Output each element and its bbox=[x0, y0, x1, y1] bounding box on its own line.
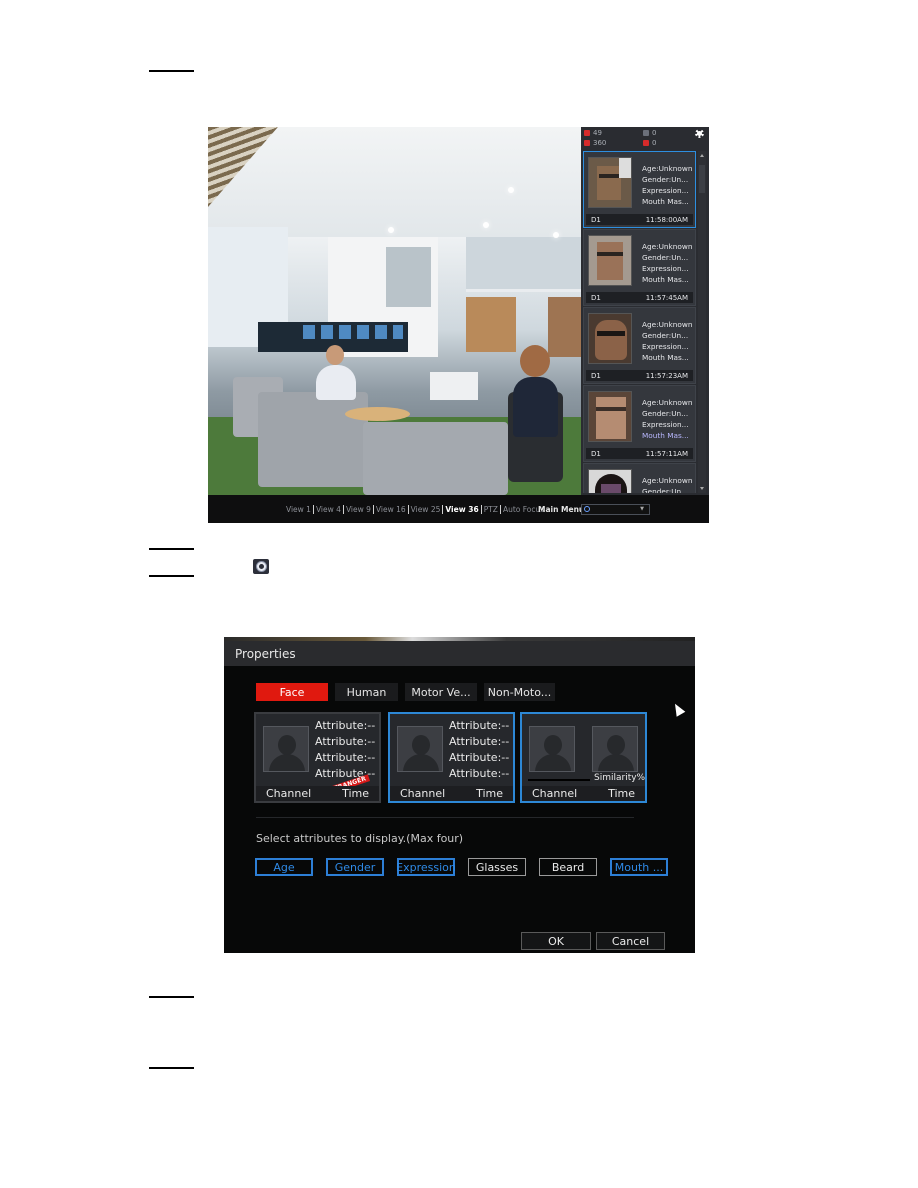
target-type-tabs: Face Human Motor Ve... Non-Moto... bbox=[256, 683, 555, 701]
person-placeholder-icon bbox=[397, 726, 443, 772]
view-25-button[interactable]: View 25 bbox=[409, 504, 444, 514]
car-icon bbox=[584, 140, 590, 146]
live-view-screen: 49 0 360 0 Age:Unknown Gender:Un... Expr… bbox=[208, 127, 709, 523]
attribute-mouth-mask-button[interactable]: Mouth ... bbox=[610, 858, 668, 876]
step-marker bbox=[149, 996, 194, 998]
ok-button[interactable]: OK bbox=[521, 932, 591, 950]
detection-list: Age:Unknown Gender:Un... Expression... M… bbox=[583, 151, 696, 493]
display-style-option[interactable]: Similarity% Channel Time bbox=[520, 712, 647, 803]
camera-video-feed[interactable] bbox=[208, 127, 581, 495]
person-placeholder-icon bbox=[263, 726, 309, 772]
view-9-button[interactable]: View 9 bbox=[344, 504, 374, 514]
cancel-button[interactable]: Cancel bbox=[596, 932, 665, 950]
step-marker bbox=[149, 70, 194, 72]
dialog-title: Properties bbox=[224, 641, 695, 666]
bike-icon bbox=[643, 140, 649, 146]
scroll-down-icon[interactable] bbox=[700, 487, 704, 490]
face-thumbnail bbox=[588, 157, 632, 208]
properties-dialog: Properties Face Human Motor Ve... Non-Mo… bbox=[224, 637, 695, 953]
live-view-taskbar: View 1 View 4 View 9 View 16 View 25 Vie… bbox=[208, 495, 709, 523]
tab-non-motor-vehicle[interactable]: Non-Moto... bbox=[484, 683, 555, 701]
detection-card[interactable]: Age:Unknown Gender:Un... Expression... M… bbox=[583, 151, 696, 228]
scroll-thumb[interactable] bbox=[699, 165, 705, 193]
tab-motor-vehicle[interactable]: Motor Ve... bbox=[405, 683, 477, 701]
display-style-option[interactable]: Attribute:-- Attribute:-- Attribute:-- A… bbox=[254, 712, 381, 803]
detection-card[interactable]: Age:Unknown Gender:Un... Expression... M… bbox=[583, 229, 696, 306]
step-marker bbox=[149, 575, 194, 577]
step-marker bbox=[149, 1067, 194, 1069]
human-body-icon bbox=[643, 130, 649, 136]
human-stat: 0 bbox=[643, 129, 656, 137]
view-1-button[interactable]: View 1 bbox=[284, 504, 314, 514]
person-placeholder-icon bbox=[529, 726, 575, 772]
tab-human[interactable]: Human bbox=[335, 683, 398, 701]
attribute-prompt: Select attributes to display.(Max four) bbox=[256, 832, 464, 845]
face-thumbnail bbox=[588, 313, 632, 364]
detection-stats: 49 0 360 0 bbox=[581, 127, 709, 151]
non-motor-stat: 0 bbox=[643, 139, 656, 147]
face-thumbnail bbox=[588, 469, 632, 493]
person-placeholder-icon bbox=[592, 726, 638, 772]
face-stat: 49 bbox=[584, 129, 602, 137]
gear-icon[interactable] bbox=[695, 129, 704, 138]
settings-gear-icon bbox=[253, 559, 269, 574]
view-16-button[interactable]: View 16 bbox=[374, 504, 409, 514]
scroll-up-icon[interactable] bbox=[700, 154, 704, 157]
similarity-bar bbox=[528, 779, 590, 781]
menu-search-input[interactable]: ▼ bbox=[581, 503, 650, 515]
step-marker bbox=[149, 548, 194, 550]
attribute-options: Age Gender Expression Glasses Beard Mout… bbox=[255, 858, 668, 876]
search-icon bbox=[584, 506, 590, 512]
main-menu-button[interactable]: Main Menu bbox=[538, 505, 584, 514]
view-36-button[interactable]: View 36 bbox=[443, 504, 482, 514]
detection-card[interactable]: Age:Unknown Gender:Un... Expression... M… bbox=[583, 385, 696, 462]
view-layout-menu: View 1 View 4 View 9 View 16 View 25 Vie… bbox=[284, 504, 546, 514]
face-thumbnail bbox=[588, 391, 632, 442]
attribute-expression-button[interactable]: Expression bbox=[396, 858, 456, 876]
attribute-gender-button[interactable]: Gender bbox=[326, 858, 384, 876]
divider bbox=[256, 817, 634, 818]
ptz-button[interactable]: PTZ bbox=[482, 504, 501, 514]
person-icon bbox=[584, 130, 590, 136]
vehicle-stat: 360 bbox=[584, 139, 606, 147]
attribute-glasses-button[interactable]: Glasses bbox=[468, 858, 526, 876]
tab-face[interactable]: Face bbox=[256, 683, 328, 701]
detection-sidebar: 49 0 360 0 Age:Unknown Gender:Un... Expr… bbox=[581, 127, 709, 495]
view-4-button[interactable]: View 4 bbox=[314, 504, 344, 514]
mouse-cursor-icon bbox=[670, 701, 686, 717]
detection-card[interactable]: Age:Unknown Gender:Un... Expression... M… bbox=[583, 307, 696, 384]
attribute-age-button[interactable]: Age bbox=[255, 858, 313, 876]
detection-card[interactable]: Age:Unknown Gender:Un... bbox=[583, 463, 696, 493]
face-thumbnail bbox=[588, 235, 632, 286]
attribute-beard-button[interactable]: Beard bbox=[539, 858, 597, 876]
chevron-down-icon[interactable]: ▼ bbox=[640, 506, 644, 512]
display-style-option[interactable]: Attribute:-- Attribute:-- Attribute:-- A… bbox=[388, 712, 515, 803]
sidebar-scrollbar[interactable] bbox=[698, 151, 706, 493]
similarity-label: Similarity% bbox=[594, 773, 646, 783]
